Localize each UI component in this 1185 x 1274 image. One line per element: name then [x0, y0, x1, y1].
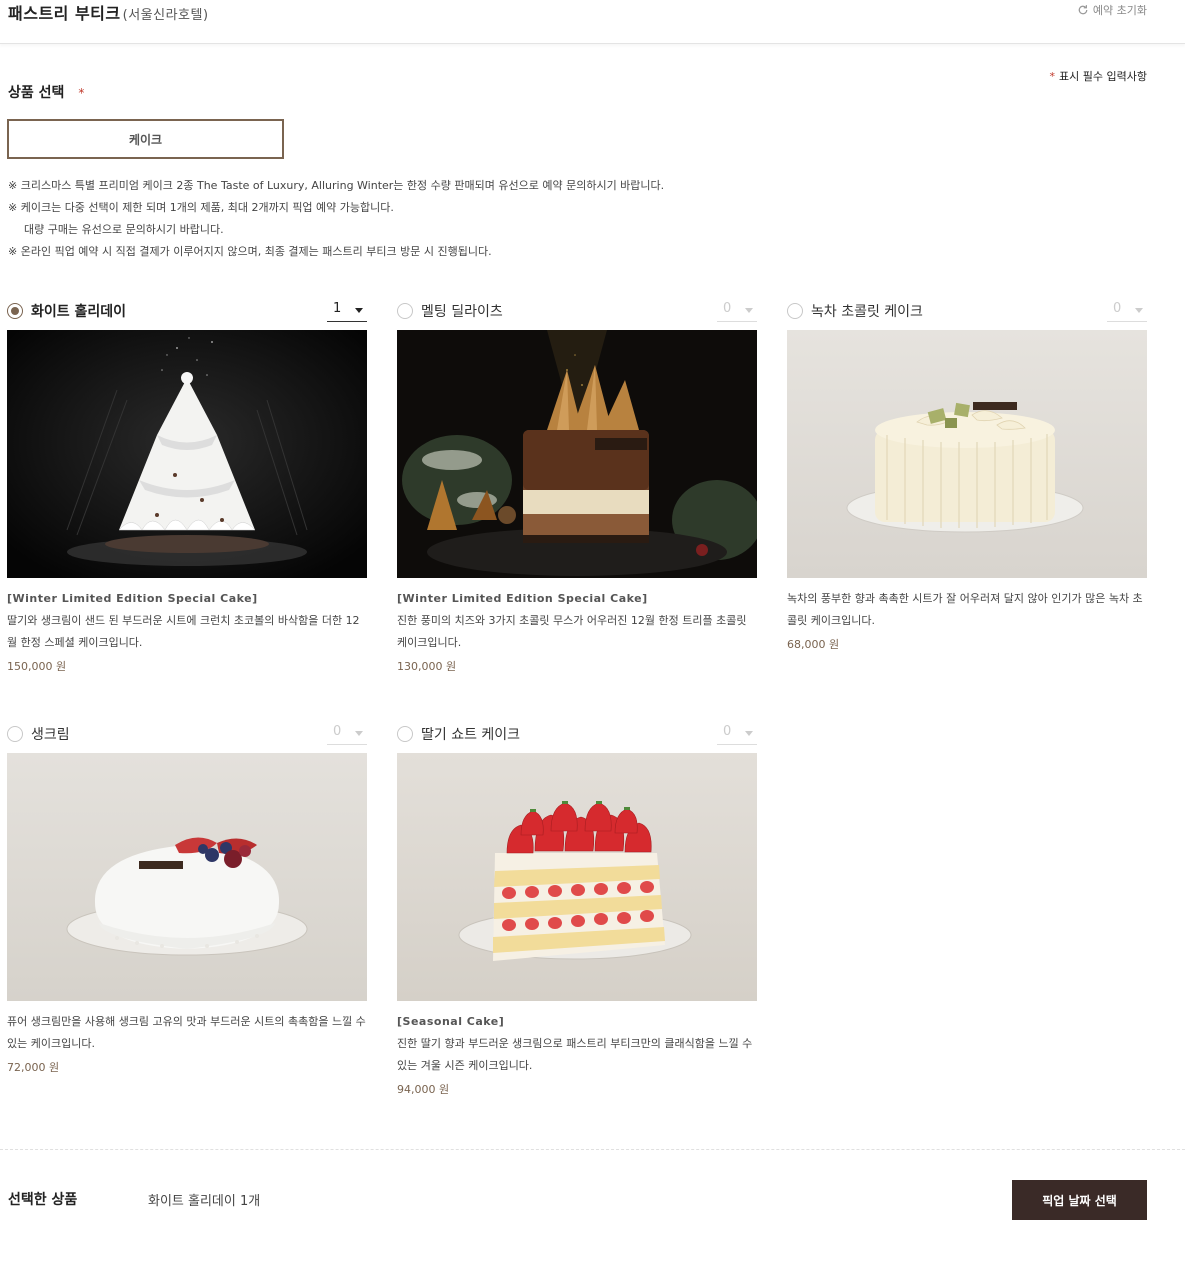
quantity-select[interactable]: 1 [327, 300, 367, 322]
product-card: 생크림 0 퓨어 생크림만을 사용해 생크림 고유의 맛과 부드러운 시트의 촉… [7, 723, 367, 1074]
page-header: 패스트리 부티크 (서울신라호텔) 예약 초기화 [0, 0, 1185, 44]
reset-reservation-button[interactable]: 예약 초기화 [1077, 2, 1147, 18]
quantity-select[interactable]: 0 [327, 723, 367, 745]
required-note: * 표시 필수 입력사항 [1050, 68, 1147, 84]
notice-list: ※ 크리스마스 특별 프리미엄 케이크 2종 The Taste of Luxu… [8, 175, 664, 263]
product-radio[interactable] [397, 303, 413, 319]
quantity-value: 1 [333, 301, 342, 316]
product-header: 녹차 초콜릿 케이크 0 [787, 300, 1147, 324]
product-description-block: [Seasonal Cake] 진한 딸기 향과 부드러운 생크림으로 패스트리… [397, 1011, 757, 1101]
page-subtitle: (서울신라호텔) [122, 8, 209, 23]
product-description-block: [Winter Limited Edition Special Cake] 진한… [397, 588, 757, 678]
product-description: 진한 딸기 향과 부드러운 생크림으로 패스트리 부티크만의 클래식함을 느낄 … [397, 1037, 753, 1072]
chevron-down-icon [355, 731, 363, 736]
chevron-down-icon [355, 308, 363, 313]
required-note-text: 표시 필수 입력사항 [1059, 70, 1147, 83]
section-title: 상품 선택 * [8, 82, 84, 102]
product-price: 150,000 원 [7, 660, 67, 673]
required-star: * [1049, 70, 1056, 83]
quantity-value: 0 [333, 724, 342, 739]
product-card: 딸기 쇼트 케이크 0 [Seasonal Cake] 진한 딸기 향과 부드러… [397, 723, 757, 1096]
product-header: 멜팅 딜라이츠 0 [397, 300, 757, 324]
product-description-block: [Winter Limited Edition Special Cake] 딸기… [7, 588, 367, 678]
select-pickup-date-button[interactable]: 픽업 날짜 선택 [1012, 1180, 1147, 1220]
chevron-down-icon [745, 731, 753, 736]
quantity-select[interactable]: 0 [717, 300, 757, 322]
product-price: 94,000 원 [397, 1083, 450, 1096]
product-image[interactable] [397, 753, 757, 1001]
product-tag: [Winter Limited Edition Special Cake] [7, 592, 258, 605]
notice-item: ※ 케이크는 다중 선택이 제한 되며 1개의 제품, 최대 2개까지 픽업 예… [8, 201, 394, 214]
quantity-value: 0 [723, 301, 732, 316]
product-description: 퓨어 생크림만을 사용해 생크림 고유의 맛과 부드러운 시트의 촉촉함을 느낄… [7, 1015, 366, 1050]
product-image[interactable] [7, 753, 367, 1001]
quantity-select[interactable]: 0 [1107, 300, 1147, 322]
product-card: 화이트 홀리데이 1 [Winter Limited Edition Speci… [7, 300, 367, 673]
product-name[interactable]: 딸기 쇼트 케이크 [421, 724, 520, 744]
product-name[interactable]: 생크림 [31, 724, 70, 744]
product-price: 68,000 원 [787, 638, 840, 651]
page-title-text: 패스트리 부티크 [8, 4, 121, 23]
product-price: 72,000 원 [7, 1061, 60, 1074]
page-title: 패스트리 부티크 (서울신라호텔) [8, 0, 209, 24]
product-name[interactable]: 화이트 홀리데이 [31, 301, 126, 321]
notice-item: ※ 온라인 픽업 예약 시 직접 결제가 이루어지지 않으며, 최종 결제는 패… [8, 245, 492, 258]
product-image[interactable] [7, 330, 367, 578]
product-image[interactable] [787, 330, 1147, 578]
product-description-block: 퓨어 생크림만을 사용해 생크림 고유의 맛과 부드러운 시트의 촉촉함을 느낄… [7, 1011, 367, 1079]
product-price: 130,000 원 [397, 660, 457, 673]
product-description: 딸기와 생크림이 샌드 된 부드러운 시트에 크런치 초코볼의 바삭함을 더한 … [7, 614, 360, 649]
product-radio[interactable] [7, 726, 23, 742]
chevron-down-icon [745, 308, 753, 313]
quantity-value: 0 [1113, 301, 1122, 316]
quantity-select[interactable]: 0 [717, 723, 757, 745]
product-tag: [Seasonal Cake] [397, 1015, 505, 1028]
chevron-down-icon [1135, 308, 1143, 313]
selected-products-label: 선택한 상품 [8, 1192, 78, 1208]
product-radio[interactable] [397, 726, 413, 742]
footer-divider [0, 1149, 1185, 1150]
product-name[interactable]: 녹차 초콜릿 케이크 [811, 301, 923, 321]
reset-label: 예약 초기화 [1092, 4, 1147, 17]
product-tag: [Winter Limited Edition Special Cake] [397, 592, 648, 605]
product-header: 화이트 홀리데이 1 [7, 300, 367, 324]
quantity-value: 0 [723, 724, 732, 739]
product-radio[interactable] [787, 303, 803, 319]
section-title-text: 상품 선택 [8, 85, 65, 101]
product-header: 딸기 쇼트 케이크 0 [397, 723, 757, 747]
product-card: 녹차 초콜릿 케이크 0 녹차의 풍부한 향과 촉촉한 시트가 잘 어우러져 달… [787, 300, 1147, 651]
product-description: 진한 풍미의 치즈와 3가지 초콜릿 무스가 어우러진 12월 한정 트리플 초… [397, 614, 747, 649]
notice-item: ※ 크리스마스 특별 프리미엄 케이크 2종 The Taste of Luxu… [8, 179, 665, 192]
selected-products-value: 화이트 홀리데이 1개 [148, 1194, 261, 1209]
refresh-icon [1078, 5, 1088, 15]
notice-item: 대량 구매는 유선으로 문의하시기 바랍니다. [24, 223, 224, 236]
section-required-star: * [78, 86, 85, 100]
product-name[interactable]: 멜팅 딜라이츠 [421, 301, 503, 321]
product-radio[interactable] [7, 303, 23, 319]
product-image[interactable] [397, 330, 757, 578]
product-card: 멜팅 딜라이츠 0 [Winter Limited Edition Specia… [397, 300, 757, 673]
product-description: 녹차의 풍부한 향과 촉촉한 시트가 잘 어우러져 달지 않아 인기가 많은 녹… [787, 592, 1143, 627]
category-tab-cake[interactable]: 케이크 [7, 119, 284, 159]
product-description-block: 녹차의 풍부한 향과 촉촉한 시트가 잘 어우러져 달지 않아 인기가 많은 녹… [787, 588, 1147, 656]
product-header: 생크림 0 [7, 723, 367, 747]
